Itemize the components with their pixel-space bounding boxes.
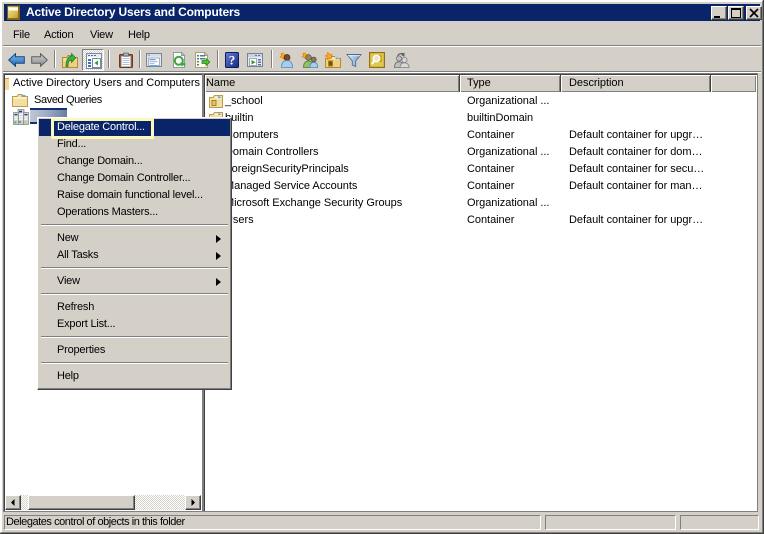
svg-text:?: ? <box>229 53 236 68</box>
